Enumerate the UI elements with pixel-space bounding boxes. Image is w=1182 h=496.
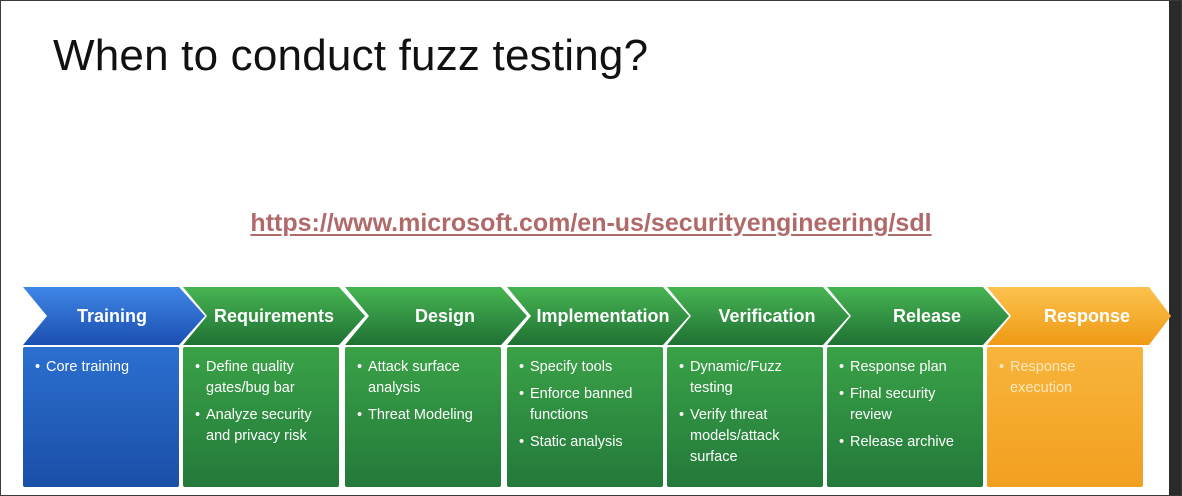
phase-body-implementation: Specify tools Enforce banned functions S… (507, 347, 663, 487)
phase-label-requirements: Requirements (213, 306, 335, 326)
phase-item: Dynamic/Fuzz testing (679, 357, 817, 399)
phase-item: Analyze security and privacy risk (195, 405, 333, 447)
phase-label-design: Design (414, 306, 475, 326)
phase-header-response: Response (987, 287, 1171, 345)
slide: When to conduct fuzz testing? https://ww… (0, 0, 1182, 496)
phase-label-response: Response (1043, 306, 1131, 326)
phase-item: Core training (35, 357, 173, 378)
phase-body-verification: Dynamic/Fuzz testing Verify threat model… (667, 347, 823, 487)
phase-label-implementation: Implementation (536, 306, 670, 326)
phase-item: Threat Modeling (357, 405, 495, 426)
phase-item: Response plan (839, 357, 977, 378)
phase-body-design: Attack surface analysis Threat Modeling (345, 347, 501, 487)
phase-label-training: Training (76, 306, 147, 326)
phase-item: Specify tools (519, 357, 657, 378)
phase-body-response: Response execution (987, 347, 1143, 487)
phase-header-release: Release (827, 287, 1009, 345)
phase-item: Attack surface analysis (357, 357, 495, 399)
phase-label-release: Release (892, 306, 962, 326)
phase-item: Enforce banned functions (519, 384, 657, 426)
sdl-phases: Training Core training Requirements Defi… (1, 1, 1181, 495)
phase-header-verification: Verification (667, 287, 849, 345)
phase-header-training: Training (23, 287, 205, 345)
phase-item: Static analysis (519, 432, 657, 453)
phase-item: Release archive (839, 432, 977, 453)
phase-item: Response execution (999, 357, 1137, 399)
phase-header-design: Design (345, 287, 527, 345)
phase-body-training: Core training (23, 347, 179, 487)
phase-item: Verify threat models/attack surface (679, 405, 817, 468)
phase-item: Define quality gates/bug bar (195, 357, 333, 399)
phase-body-requirements: Define quality gates/bug bar Analyze sec… (183, 347, 339, 487)
phase-item: Final security review (839, 384, 977, 426)
phase-header-requirements: Requirements (183, 287, 365, 345)
phase-body-release: Response plan Final security review Rele… (827, 347, 983, 487)
phase-header-implementation: Implementation (507, 287, 689, 345)
phase-label-verification: Verification (718, 306, 816, 326)
